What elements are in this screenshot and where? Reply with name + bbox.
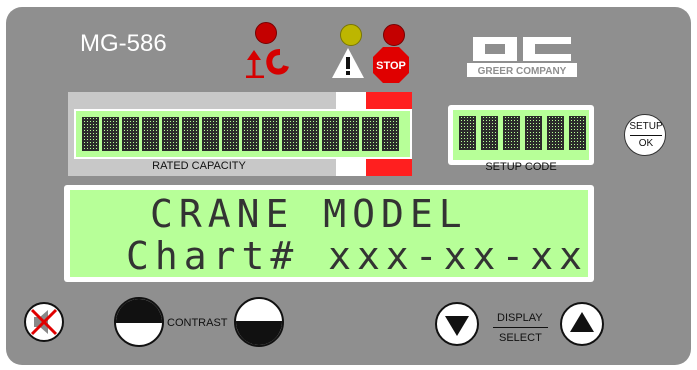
rated-capacity-bargraph bbox=[74, 109, 412, 159]
svg-text:STOP: STOP bbox=[376, 60, 406, 72]
ok-label: OK bbox=[638, 138, 654, 149]
warning-lamp-icon bbox=[340, 24, 362, 46]
svg-text:GREER COMPANY: GREER COMPANY bbox=[478, 66, 567, 77]
stop-sign-icon: STOP bbox=[373, 47, 409, 83]
contrast-label: CONTRAST bbox=[167, 317, 228, 329]
setup-digit bbox=[569, 116, 586, 150]
display-line-1: CRANE MODEL bbox=[150, 192, 468, 236]
bar-segment bbox=[362, 117, 379, 151]
bar-segment bbox=[342, 117, 359, 151]
contrast-half-dark-icon bbox=[116, 299, 162, 323]
display-label: DISPLAY bbox=[497, 312, 543, 324]
setup-digit bbox=[459, 116, 476, 150]
bar-segment bbox=[302, 117, 319, 151]
bar-segment bbox=[142, 117, 159, 151]
bar-segment bbox=[262, 117, 279, 151]
bar-segment bbox=[382, 117, 399, 151]
setup-digit bbox=[547, 116, 564, 150]
bar-segment bbox=[182, 117, 199, 151]
model-label: MG-586 bbox=[80, 30, 167, 57]
bar-segment bbox=[102, 117, 119, 151]
bar-segment bbox=[202, 117, 219, 151]
mute-button[interactable] bbox=[24, 302, 64, 342]
display-select-divider bbox=[493, 327, 548, 328]
bar-segment bbox=[322, 117, 339, 151]
greer-company-logo: GREER COMPANY bbox=[467, 37, 577, 77]
hook-lamp-icon bbox=[255, 22, 277, 44]
display-up-button[interactable] bbox=[560, 302, 604, 346]
chevron-down-icon bbox=[445, 316, 469, 336]
bar-segment bbox=[282, 117, 299, 151]
display-line-2: Chart# xxx-xx-xx bbox=[126, 234, 589, 278]
contrast-increase-button[interactable] bbox=[234, 297, 284, 347]
setup-digit bbox=[525, 116, 542, 150]
hook-icon bbox=[246, 49, 289, 78]
setup-label: SETUP bbox=[629, 121, 663, 132]
setup-code-label: SETUP CODE bbox=[485, 161, 557, 173]
setup-divider bbox=[630, 135, 662, 136]
stop-lamp-icon bbox=[383, 24, 405, 46]
warning-triangle-icon bbox=[332, 48, 364, 78]
bar-segment bbox=[242, 117, 259, 151]
select-label: SELECT bbox=[499, 332, 542, 344]
bar-segment bbox=[122, 117, 139, 151]
setup-ok-button[interactable]: SETUP OK bbox=[624, 114, 666, 156]
rated-capacity-label: RATED CAPACITY bbox=[152, 160, 246, 172]
bar-segment bbox=[82, 117, 99, 151]
mute-icon bbox=[30, 308, 58, 336]
chevron-up-icon bbox=[570, 312, 594, 332]
bar-segment bbox=[222, 117, 239, 151]
contrast-decrease-button[interactable] bbox=[114, 297, 164, 347]
bar-segment bbox=[162, 117, 179, 151]
contrast-half-dark-lower-icon bbox=[236, 321, 282, 345]
display-down-button[interactable] bbox=[435, 302, 479, 346]
setup-digit bbox=[503, 116, 520, 150]
setup-code-display bbox=[453, 110, 589, 160]
setup-digit bbox=[481, 116, 498, 150]
